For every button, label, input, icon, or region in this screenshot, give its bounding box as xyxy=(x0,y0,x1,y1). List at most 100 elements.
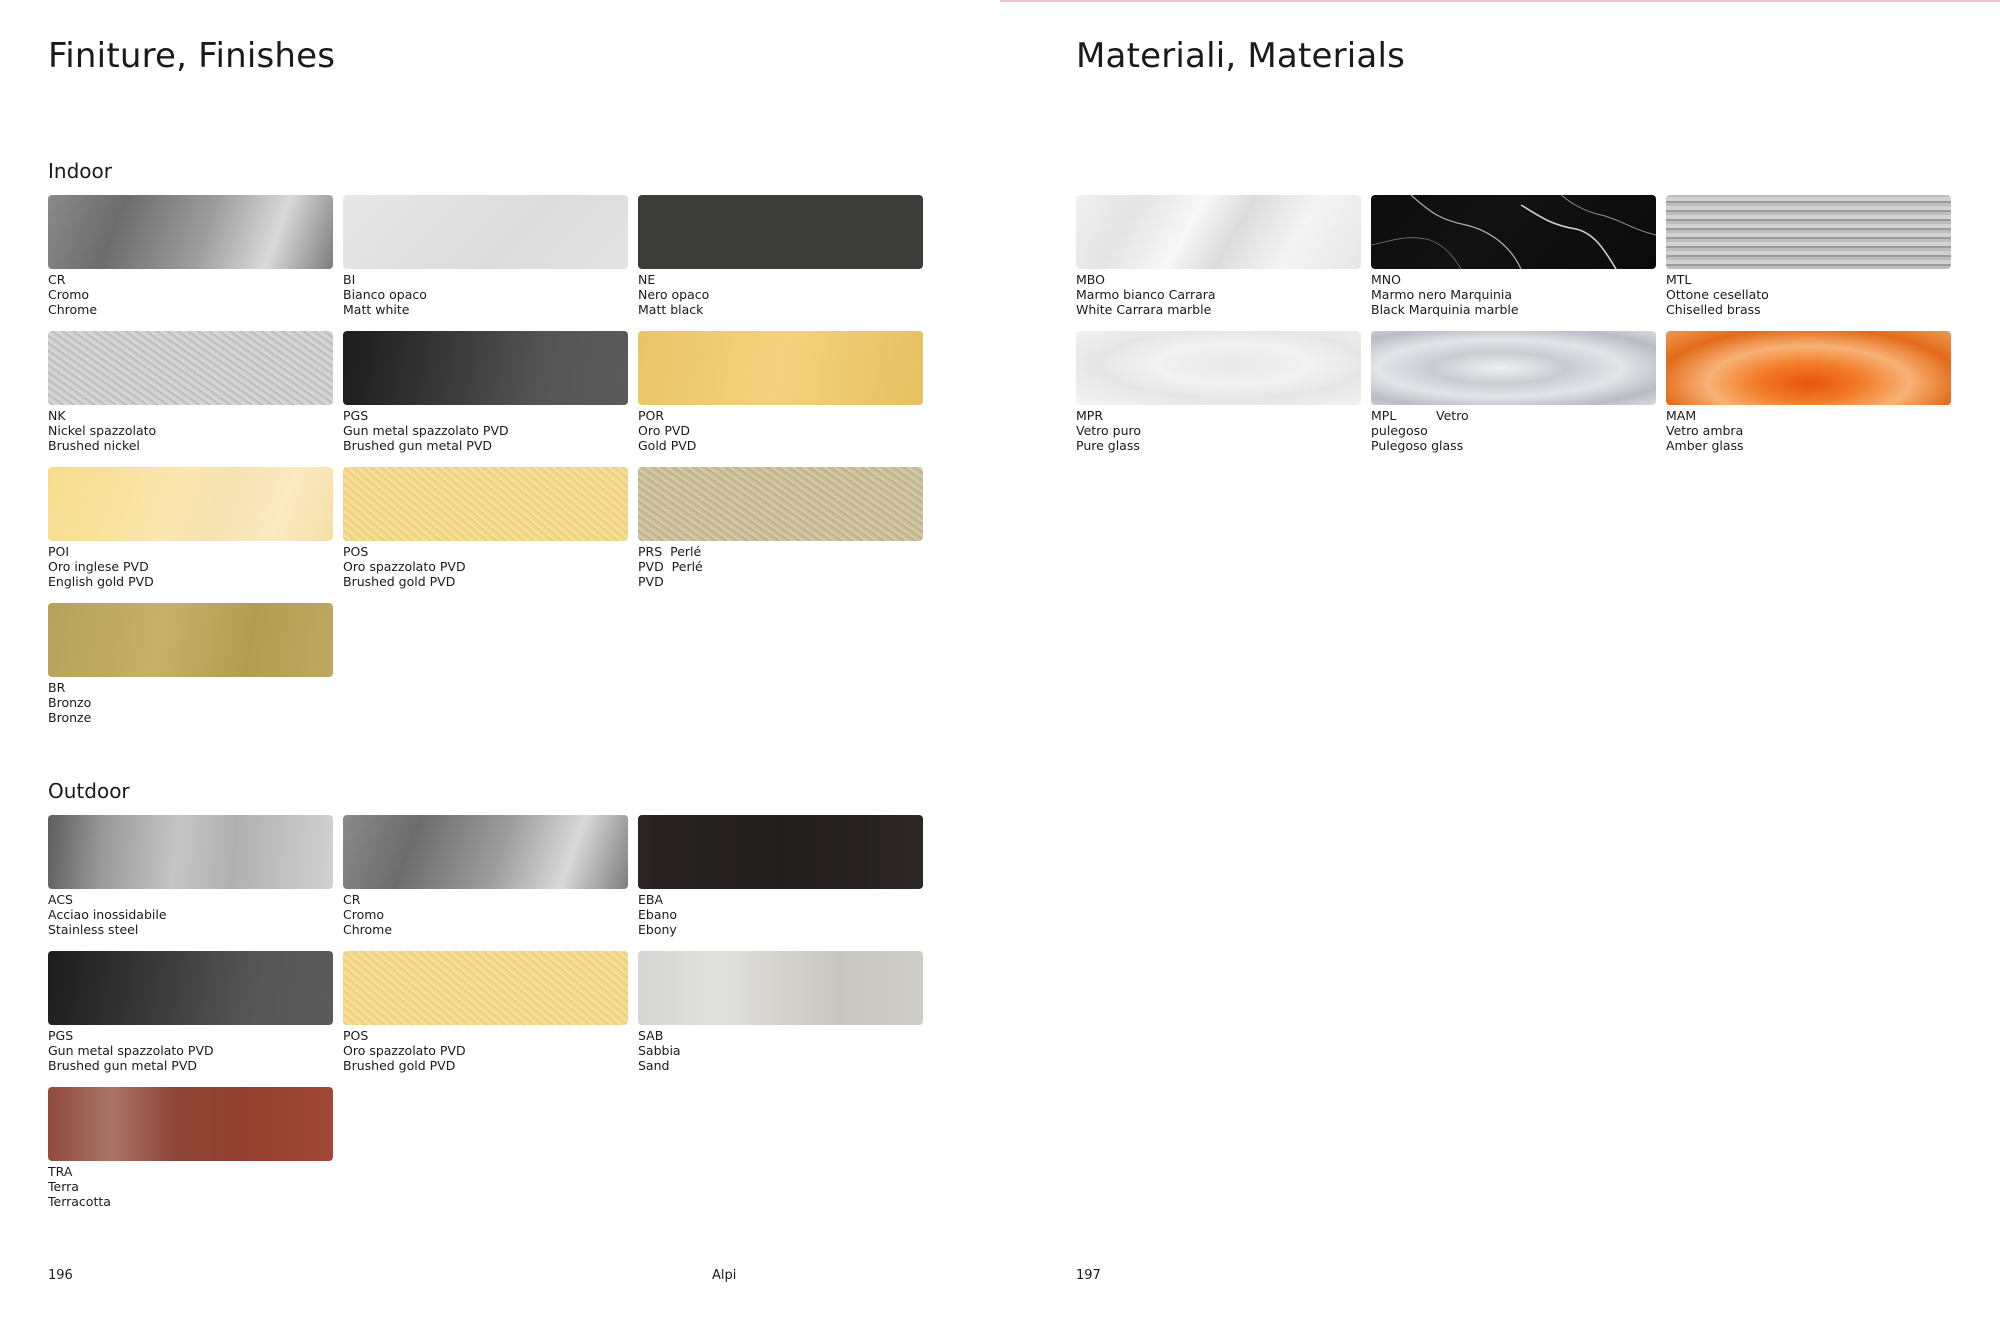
finish-name-en: Matt white xyxy=(343,302,410,317)
finish-name-it: Terra xyxy=(48,1179,79,1194)
finish-name-en: Chrome xyxy=(343,922,393,937)
outdoor-grid: ACS Acciao inossidabile Stainless steel CR… xyxy=(48,815,923,1223)
material-swatch xyxy=(1666,195,1951,269)
footer-brand: Alpi xyxy=(712,1268,737,1283)
material-item-mno[interactable]: MNO Marmo nero Marquinia Black Marquinia m… xyxy=(1371,195,1656,331)
finish-swatch xyxy=(48,951,333,1025)
finish-item-cr-outdoor[interactable]: CR Cromo Chrome xyxy=(343,815,628,951)
finish-item-ne[interactable]: NE Nero opaco Matt black xyxy=(638,195,923,331)
finish-item-prs[interactable]: PRS Perlé PVD Perlé PVD xyxy=(638,467,923,603)
finish-swatch xyxy=(48,815,333,889)
material-item-mam[interactable]: MAM Vetro ambra Amber glass xyxy=(1666,331,1951,467)
finish-code: NK xyxy=(48,408,66,423)
material-name-it: pulegoso xyxy=(1371,423,1428,438)
material-swatch xyxy=(1371,195,1656,269)
finish-swatch xyxy=(48,195,333,269)
finishes-title: Finiture, Finishes xyxy=(48,36,336,76)
finish-item-pgs[interactable]: PGS Gun metal spazzolato PVD Brushed gun m… xyxy=(343,331,628,467)
material-code: MPL Vetro xyxy=(1371,408,1469,423)
finish-name-en: Terracotta xyxy=(48,1194,111,1209)
finish-name-en: Brushed gold PVD xyxy=(343,574,456,589)
finish-code: POI xyxy=(48,544,70,559)
material-code: MAM xyxy=(1666,408,1697,423)
indoor-grid: CR Cromo Chrome BI Bianco opaco Matt white N… xyxy=(48,195,923,739)
finish-name-en: Bronze xyxy=(48,710,92,725)
finish-item-nk[interactable]: NK Nickel spazzolato Brushed nickel xyxy=(48,331,333,467)
material-item-mtl[interactable]: MTL Ottone cesellato Chiselled brass xyxy=(1666,195,1951,331)
finish-code: NE xyxy=(638,272,656,287)
finish-item-br[interactable]: BR Bronzo Bronze xyxy=(48,603,333,739)
finish-code: POS xyxy=(343,1028,369,1043)
finish-name-en: Brushed gold PVD xyxy=(343,1058,456,1073)
material-swatch xyxy=(1076,195,1361,269)
finish-item-acs[interactable]: ACS Acciao inossidabile Stainless steel xyxy=(48,815,333,951)
finish-item-pos-outdoor[interactable]: POS Oro spazzolato PVD Brushed gold PVD xyxy=(343,951,628,1087)
materials-grid: MBO Marmo bianco Carrara White Carrara mar… xyxy=(1076,195,1951,467)
material-item-mpr[interactable]: MPR Vetro puro Pure glass xyxy=(1076,331,1361,467)
material-name-it: Ottone cesellato xyxy=(1666,287,1769,302)
finish-name-en: Matt black xyxy=(638,302,704,317)
finish-code: BI xyxy=(343,272,356,287)
finish-swatch xyxy=(638,467,923,541)
finish-code: ACS xyxy=(48,892,73,907)
material-name-it: Vetro ambra xyxy=(1666,423,1744,438)
finish-code: EBA xyxy=(638,892,664,907)
finish-item-sab[interactable]: SAB Sabbia Sand xyxy=(638,951,923,1087)
page-number-right: 197 xyxy=(1076,1268,1101,1283)
finish-swatch xyxy=(638,815,923,889)
finish-item-pos[interactable]: POS Oro spazzolato PVD Brushed gold PVD xyxy=(343,467,628,603)
outdoor-heading: Outdoor xyxy=(48,779,130,803)
finish-name-en: PVD xyxy=(638,574,664,589)
finish-swatch xyxy=(343,331,628,405)
finish-swatch xyxy=(343,467,628,541)
material-name-en: Chiselled brass xyxy=(1666,302,1761,317)
indoor-heading: Indoor xyxy=(48,159,112,183)
finish-name-en: Stainless steel xyxy=(48,922,139,937)
finish-name-it: Acciao inossidabile xyxy=(48,907,167,922)
finish-name-it: Oro inglese PVD xyxy=(48,559,149,574)
material-name-en: Pulegoso glass xyxy=(1371,438,1464,453)
finish-name-it: Cromo xyxy=(48,287,90,302)
finish-name-en: Sand xyxy=(638,1058,670,1073)
finish-item-tra[interactable]: TRA Terra Terracotta xyxy=(48,1087,333,1223)
finish-item-pgs-outdoor[interactable]: PGS Gun metal spazzolato PVD Brushed gun m… xyxy=(48,951,333,1087)
material-name-en: White Carrara marble xyxy=(1076,302,1212,317)
material-name-it: Marmo nero Marquinia xyxy=(1371,287,1513,302)
finish-swatch xyxy=(343,195,628,269)
finish-swatch xyxy=(638,195,923,269)
finish-name-it: Bronzo xyxy=(48,695,92,710)
finish-code: POS xyxy=(343,544,369,559)
finish-name-it: Nickel spazzolato xyxy=(48,423,157,438)
finish-item-eba[interactable]: EBA Ebano Ebony xyxy=(638,815,923,951)
finish-name-en: Gold PVD xyxy=(638,438,697,453)
finish-name-it: Ebano xyxy=(638,907,678,922)
material-name-en: Black Marquinia marble xyxy=(1371,302,1519,317)
finish-name-it: Gun metal spazzolato PVD xyxy=(48,1043,214,1058)
material-name-en: Amber glass xyxy=(1666,438,1744,453)
material-name-it: Vetro puro xyxy=(1076,423,1142,438)
finish-item-poi[interactable]: POI Oro inglese PVD English gold PVD xyxy=(48,467,333,603)
top-accent-line xyxy=(1000,0,2000,2)
finish-swatch xyxy=(343,951,628,1025)
material-name-it: Marmo bianco Carrara xyxy=(1076,287,1216,302)
finish-item-por[interactable]: POR Oro PVD Gold PVD xyxy=(638,331,923,467)
page-number-left: 196 xyxy=(48,1268,73,1283)
material-code: MPR xyxy=(1076,408,1104,423)
finish-code: CR xyxy=(343,892,361,907)
finish-item-cr[interactable]: CR Cromo Chrome xyxy=(48,195,333,331)
material-item-mbo[interactable]: MBO Marmo bianco Carrara White Carrara mar… xyxy=(1076,195,1361,331)
finish-name-it: Sabbia xyxy=(638,1043,681,1058)
finish-name-it: Cromo xyxy=(343,907,385,922)
finish-name-it: Gun metal spazzolato PVD xyxy=(343,423,509,438)
finish-name-en: Chrome xyxy=(48,302,98,317)
finish-name-it: PVD Perlé xyxy=(638,559,703,574)
material-code: MNO xyxy=(1371,272,1401,287)
finish-code: SAB xyxy=(638,1028,664,1043)
material-swatch xyxy=(1666,331,1951,405)
finish-name-en: English gold PVD xyxy=(48,574,154,589)
finish-code: BR xyxy=(48,680,66,695)
finish-item-bi[interactable]: BI Bianco opaco Matt white xyxy=(343,195,628,331)
material-item-mpl[interactable]: MPL Vetro pulegoso Pulegoso glass xyxy=(1371,331,1656,467)
finish-name-it: Nero opaco xyxy=(638,287,710,302)
material-swatch xyxy=(1076,331,1361,405)
